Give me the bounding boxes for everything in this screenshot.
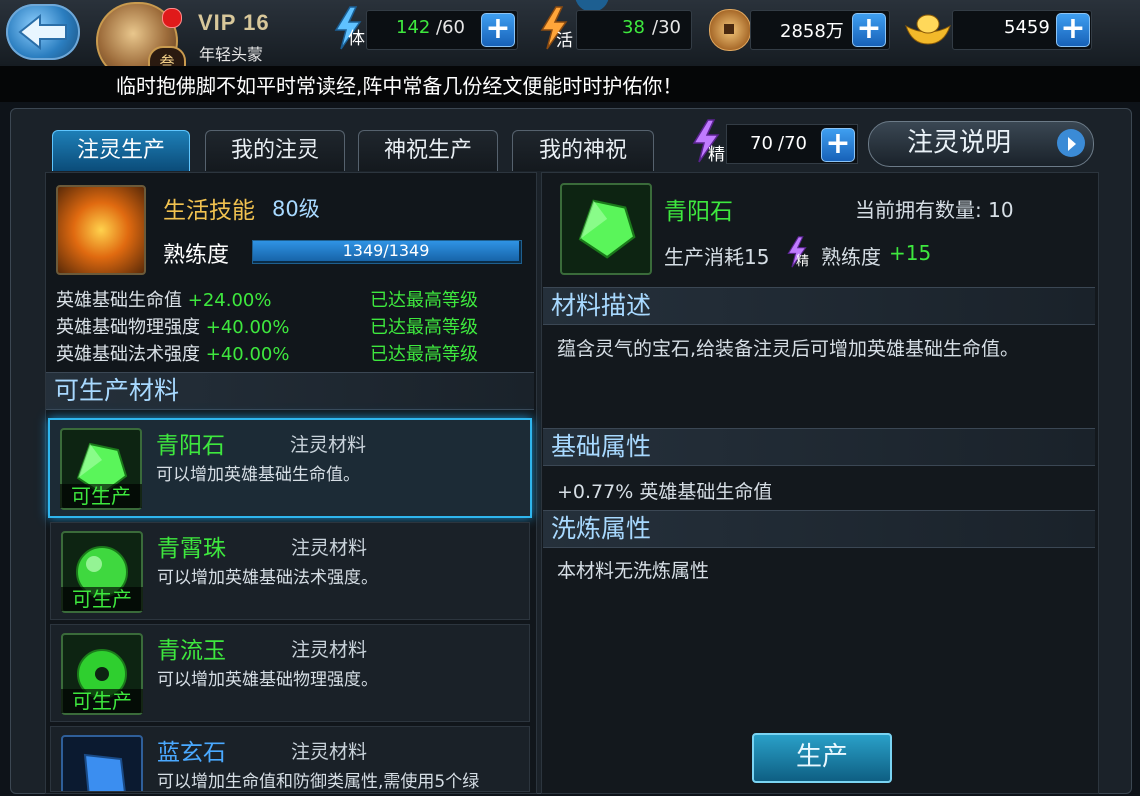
stat-status: 已达最高等级 <box>370 290 478 311</box>
material-item-qingxiaozhu[interactable]: 可生产 青霄珠 注灵材料 可以增加英雄基础法术强度。 <box>50 522 530 620</box>
proficiency-gain-label: 熟练度 <box>821 245 881 269</box>
stat-bonus: +24.00% <box>187 290 272 311</box>
detail-material-name: 青阳石 <box>664 199 733 225</box>
material-type: 注灵材料 <box>291 741 368 763</box>
material-desc: 可以增加生命值和防御类属性,需使用5个绿 <box>157 772 480 792</box>
back-arrow-icon[interactable] <box>6 4 80 60</box>
vitality-value: 38 <box>622 17 645 38</box>
skill-level: 80级 <box>272 197 320 221</box>
materials-header: 可生产材料 <box>46 372 534 410</box>
blue-stone-icon <box>61 735 143 791</box>
tab-infusion-production[interactable]: 注灵生产 <box>52 130 190 171</box>
refine-attr-header: 洗炼属性 <box>543 510 1095 548</box>
stat-row: 英雄基础生命值 +24.00% <box>56 286 271 312</box>
stamina-icon-label: 体 <box>348 29 365 49</box>
essence-cost-icon: 精 <box>784 236 812 269</box>
material-name: 青流玉 <box>157 638 226 664</box>
notification-dot-icon <box>162 8 182 28</box>
stat-label: 英雄基础物理强度 <box>56 317 200 338</box>
stat-label: 英雄基础生命值 <box>56 290 182 311</box>
gold-add-button[interactable]: + <box>1056 13 1090 47</box>
essence-icon-label: 精 <box>708 145 725 165</box>
base-attr-header: 基础属性 <box>543 428 1095 466</box>
vitality-icon: 活 <box>536 6 576 51</box>
essence-cost-icon-label: 精 <box>796 254 810 269</box>
gold-value: 5459 <box>1004 17 1050 38</box>
vitality-icon-label: 活 <box>556 31 573 51</box>
refine-attr-text: 本材料无洗炼属性 <box>557 560 710 582</box>
stat-row: 英雄基础物理强度 +40.00% <box>56 313 289 339</box>
base-attr-text: +0.77% 英雄基础生命值 <box>557 481 773 503</box>
infusion-explain-button[interactable]: 注灵说明 <box>868 121 1094 167</box>
tab-my-infusion[interactable]: 我的注灵 <box>205 130 345 171</box>
copper-add-button[interactable]: + <box>852 13 886 47</box>
material-item-qingyangshi[interactable]: 可生产 青阳石 注灵材料 可以增加英雄基础生命值。 <box>48 418 532 518</box>
stamina-add-button[interactable]: + <box>481 13 515 47</box>
life-skill-icon <box>56 185 146 275</box>
producible-badge: 可生产 <box>61 587 143 611</box>
announcement-text: 临时抱佛脚不如平时常读经,阵中常备几份经文便能时时护佑你！ <box>116 74 683 98</box>
material-item-lanxuanshi[interactable]: 蓝玄石 注灵材料 可以增加生命值和防御类属性,需使用5个绿 <box>50 726 530 792</box>
material-type: 注灵材料 <box>290 434 367 456</box>
material-desc-text: 蕴含灵气的宝石,给装备注灵后可增加英雄基础生命值。 <box>557 338 1020 360</box>
produce-button[interactable]: 生产 <box>752 733 892 783</box>
essence-max: /70 <box>778 133 807 154</box>
material-desc: 可以增加英雄基础物理强度。 <box>157 670 378 690</box>
copper-coin-icon <box>709 9 751 51</box>
material-desc: 可以增加英雄基础法术强度。 <box>157 568 378 588</box>
production-cost: 生产消耗15 <box>664 245 770 269</box>
gold-ingot-icon <box>904 10 952 48</box>
material-name: 青阳石 <box>156 433 225 459</box>
material-type: 注灵材料 <box>291 537 368 559</box>
skill-title: 生活技能 <box>163 198 255 224</box>
proficiency-gain-value: +15 <box>889 241 932 265</box>
copper-value: 2858万 <box>780 21 844 42</box>
essence-icon: 精 <box>688 118 728 166</box>
essence-value: 70 <box>750 133 773 154</box>
player-name: 年轻头蒙 <box>199 45 264 64</box>
essence-add-button[interactable]: + <box>821 128 855 162</box>
owned-count: 当前拥有数量: 10 <box>855 198 1014 222</box>
stat-status: 已达最高等级 <box>370 344 478 365</box>
infusion-explain-label: 注灵说明 <box>907 128 1012 158</box>
material-type: 注灵材料 <box>291 639 368 661</box>
material-desc-header: 材料描述 <box>543 287 1095 325</box>
stamina-max: /60 <box>436 17 465 38</box>
stamina-value: 142 <box>396 17 431 38</box>
stat-bonus: +40.00% <box>205 317 290 338</box>
proficiency-label: 熟练度 <box>163 243 230 268</box>
proficiency-text: 1349/1349 <box>342 241 430 260</box>
tab-blessing-production[interactable]: 神祝生产 <box>358 130 498 171</box>
material-item-qingliuyu[interactable]: 可生产 青流玉 注灵材料 可以增加英雄基础物理强度。 <box>50 624 530 722</box>
stat-bonus: +40.00% <box>205 344 290 365</box>
stamina-icon: 体 <box>330 6 366 50</box>
stat-row: 英雄基础法术强度 +40.00% <box>56 340 289 366</box>
producible-badge: 可生产 <box>61 689 143 713</box>
vip-level: VIP 16 <box>198 10 270 35</box>
chevron-right-icon <box>1057 129 1085 157</box>
producible-badge: 可生产 <box>60 484 142 508</box>
material-name: 蓝玄石 <box>157 740 226 766</box>
vitality-max: /30 <box>652 17 681 38</box>
tab-my-blessing[interactable]: 我的神祝 <box>512 130 654 171</box>
material-desc: 可以增加英雄基础生命值。 <box>156 465 360 485</box>
stat-label: 英雄基础法术强度 <box>56 344 200 365</box>
material-name: 青霄珠 <box>157 536 226 562</box>
stat-status: 已达最高等级 <box>370 317 478 338</box>
selected-material-green-gem-icon <box>560 183 652 275</box>
